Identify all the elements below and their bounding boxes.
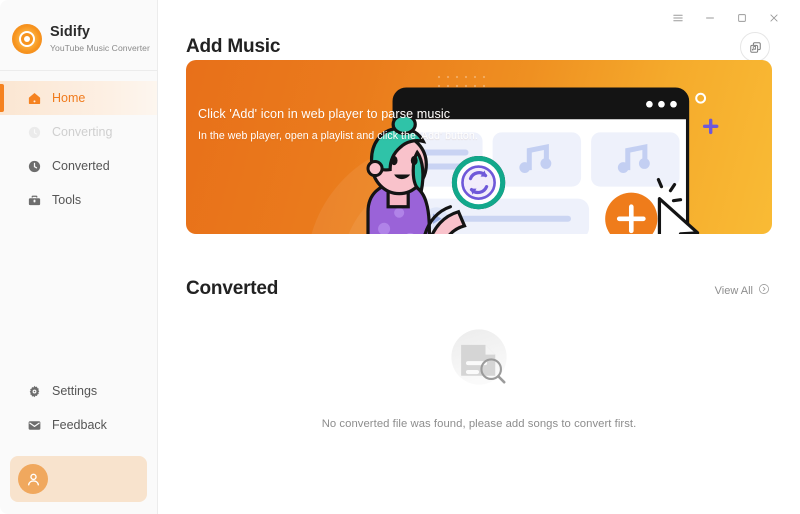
converted-section: Converted View All No converted file was… [186, 272, 772, 430]
view-all-button[interactable]: View All [715, 283, 772, 300]
sidebar-item-label-home: Home [52, 91, 86, 105]
sidebar-item-label-converting: Converting [52, 125, 113, 139]
sidify-logo-icon [12, 24, 42, 54]
brand: Sidify YouTube Music Converter [0, 0, 157, 62]
brand-tagline: YouTube Music Converter [50, 42, 150, 53]
banner-illustration [366, 87, 719, 234]
envelope-icon [26, 417, 42, 433]
converting-icon [26, 124, 42, 140]
add-music-banner[interactable]: Click 'Add' icon in web player to parse … [186, 60, 772, 234]
minimize-icon[interactable] [694, 3, 726, 33]
home-icon [26, 90, 42, 106]
converted-empty-state: No converted file was found, please add … [186, 318, 772, 430]
clock-icon [26, 158, 42, 174]
account-card[interactable] [10, 456, 147, 502]
banner-headline: Click 'Add' icon in web player to parse … [198, 107, 451, 121]
maximize-icon[interactable] [726, 3, 758, 33]
converted-title: Converted [186, 278, 279, 299]
gear-icon [26, 383, 42, 399]
brand-name: Sidify [50, 23, 91, 40]
document-search-icon [451, 329, 507, 385]
sidebar-item-feedback[interactable]: Feedback [0, 408, 157, 442]
chevron-right-circle-icon [758, 283, 770, 298]
sidebar-divider [0, 70, 157, 71]
sidebar-nav: Home Converting Converted Tools [0, 79, 157, 217]
app-window: Sidify YouTube Music Converter Home Conv… [0, 0, 800, 514]
sidebar-item-home[interactable]: Home [0, 81, 157, 115]
sync-badge-icon [451, 155, 506, 210]
sidebar-item-settings[interactable]: Settings [0, 374, 157, 408]
converted-empty-message: No converted file was found, please add … [321, 418, 637, 430]
sidebar-bottom: Settings Feedback [0, 374, 157, 514]
sidebar-item-label-tools: Tools [52, 193, 82, 207]
sidebar-item-label-feedback: Feedback [52, 418, 107, 432]
music-library-icon [749, 41, 761, 53]
converted-header: Converted View All [186, 272, 772, 300]
window-controls [662, 0, 800, 36]
sidebar-item-converting[interactable]: Converting [0, 115, 157, 149]
page-title: Add Music [186, 36, 281, 57]
menu-icon[interactable] [662, 3, 694, 33]
deco-ring-right [695, 92, 707, 104]
deco-plus-right [702, 118, 719, 135]
toolbox-icon [26, 192, 42, 208]
sidebar: Sidify YouTube Music Converter Home Conv… [0, 0, 158, 514]
close-icon[interactable] [758, 3, 790, 33]
user-avatar-icon [18, 464, 48, 494]
sidebar-item-label-converted: Converted [52, 159, 110, 173]
banner-subline: In the web player, open a playlist and c… [198, 130, 478, 142]
sidebar-item-converted[interactable]: Converted [0, 149, 157, 183]
library-button[interactable] [740, 32, 770, 62]
main-content: Add Music Click 'Add' icon in web player… [158, 0, 800, 514]
sidebar-item-label-settings: Settings [52, 384, 98, 398]
banner-copy: Click 'Add' icon in web player to parse … [198, 107, 478, 142]
sidebar-item-tools[interactable]: Tools [0, 183, 157, 217]
view-all-label: View All [714, 284, 753, 297]
